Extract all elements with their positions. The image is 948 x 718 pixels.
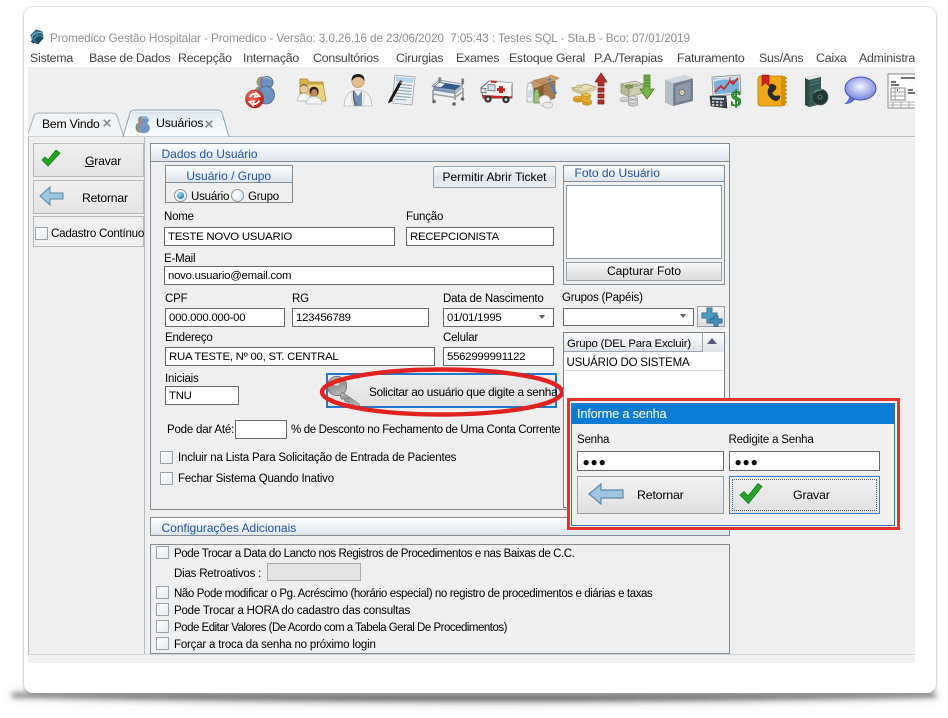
svg-text:$: $ xyxy=(731,86,742,110)
